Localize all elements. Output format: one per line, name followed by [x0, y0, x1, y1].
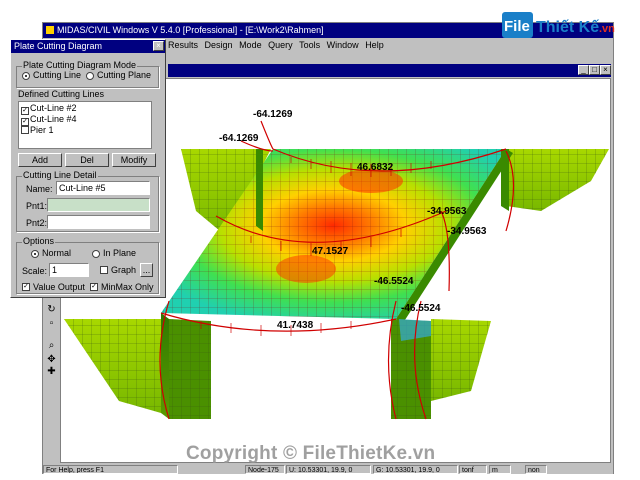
value-label: -64.1269 — [253, 109, 293, 120]
scale-label: Scale: — [22, 266, 48, 276]
pnt2-label: Pnt2: — [26, 218, 48, 228]
minmax-only-checkbox[interactable]: ✓ — [90, 283, 98, 291]
minimize-button[interactable]: _ — [578, 65, 589, 75]
cutting-plane-label: Cutting Plane — [97, 70, 152, 80]
graph-checkbox[interactable] — [100, 266, 108, 274]
defined-lines-label: Defined Cutting Lines — [18, 89, 105, 99]
minmax-only-label: MinMax Only — [101, 282, 154, 292]
menu-query[interactable]: Query — [268, 38, 293, 52]
maximize-button[interactable]: □ — [589, 65, 600, 75]
status-node: Node-175 — [245, 465, 285, 474]
name-label: Name: — [26, 184, 53, 194]
menu-mode[interactable]: Mode — [239, 38, 262, 52]
scale-field[interactable]: 1 — [49, 263, 89, 277]
filethietke-logo: File Thiết Kế .vn — [502, 12, 615, 38]
add-button[interactable]: Add — [18, 153, 62, 167]
in-plane-label: In Plane — [103, 248, 137, 258]
value-label: 46.6832 — [357, 162, 394, 173]
menu-window[interactable]: Window — [327, 38, 359, 52]
value-label: -34.9563 — [447, 226, 487, 237]
copyright-watermark: Copyright © FileThietKe.vn — [186, 443, 436, 464]
mode-group-label: Plate Cutting Diagram Mode — [22, 60, 138, 70]
value-output-checkbox[interactable]: ✓ — [22, 283, 30, 291]
menu-tools[interactable]: Tools — [299, 38, 320, 52]
modify-button[interactable]: Modify — [112, 153, 156, 167]
svg-text:Thiết Kế: Thiết Kế — [536, 19, 599, 36]
dialog-title-bar[interactable]: Plate Cutting Diagram × — [11, 40, 165, 53]
list-item[interactable]: Pier 1 — [21, 125, 54, 135]
app-title: MIDAS/CIVIL Windows V 5.4.0 [Professiona… — [57, 25, 324, 35]
pan-icon[interactable]: ✥ — [46, 354, 57, 365]
value-label: -46.5524 — [401, 303, 441, 314]
toolbar — [168, 52, 611, 63]
normal-label: Normal — [42, 248, 72, 258]
cutting-line-label: Cutting Line — [33, 70, 82, 80]
cutting-plane-radio[interactable] — [86, 72, 94, 80]
name-field[interactable]: Cut-Line #5 — [56, 181, 150, 195]
value-label: 41.7438 — [277, 320, 314, 331]
menu-help[interactable]: Help — [365, 38, 384, 52]
menu-results[interactable]: Results — [168, 38, 198, 52]
value-label: 47.1527 — [312, 246, 349, 257]
app-icon — [46, 26, 54, 34]
pnt1-label: Pnt1: — [26, 201, 48, 211]
menu-design[interactable]: Design — [205, 38, 233, 52]
left-toolbar: ↻ ▫ ⌕ ✥ ✚ — [43, 300, 59, 463]
pnt2-field[interactable] — [47, 215, 150, 229]
del-button[interactable]: Del — [65, 153, 109, 167]
dialog-close-button[interactable]: × — [153, 41, 164, 51]
value-label: -34.9563 — [427, 206, 467, 217]
status-g-coord: G: 10.53301, 19.9, 0 — [373, 465, 458, 474]
value-output-label: Value Output — [33, 282, 85, 292]
close-button[interactable]: × — [600, 65, 611, 75]
in-plane-radio[interactable] — [92, 250, 100, 258]
value-label: -64.1269 — [219, 133, 259, 144]
unit-select[interactable]: non — [525, 465, 547, 474]
rotate-icon[interactable]: ↻ — [46, 304, 57, 315]
dialog-title: Plate Cutting Diagram — [14, 41, 103, 51]
cutting-lines-list[interactable]: ✓ Cut-Line #2 ✓ Cut-Line #4 Pier 1 — [18, 101, 152, 149]
svg-text:.vn: .vn — [599, 23, 615, 35]
normal-radio[interactable] — [31, 250, 39, 258]
graph-label: Graph — [111, 265, 137, 275]
options-group-label: Options — [22, 236, 56, 246]
status-help: For Help, press F1 — [43, 465, 178, 474]
move-icon[interactable]: ✚ — [46, 366, 57, 377]
select-icon[interactable]: ▫ — [46, 318, 57, 329]
pnt1-field[interactable] — [47, 198, 150, 212]
force-unit-select[interactable]: tonf — [459, 465, 487, 474]
svg-text:File: File — [504, 18, 530, 35]
zoom-icon[interactable]: ⌕ — [46, 340, 57, 351]
list-item-checkbox[interactable] — [21, 126, 29, 134]
value-label: -46.5524 — [374, 276, 414, 287]
status-bar: For Help, press F1 Node-175 U: 10.53301,… — [43, 465, 613, 474]
detail-group-label: Cutting Line Detail — [22, 170, 98, 180]
length-unit-select[interactable]: m — [489, 465, 511, 474]
document-title-bar[interactable]: _ □ × — [168, 64, 611, 77]
cutting-line-radio[interactable] — [22, 72, 30, 80]
status-u-coord: U: 10.53301, 19.9, 0 — [286, 465, 371, 474]
graph-settings-button[interactable]: ... — [140, 263, 153, 277]
